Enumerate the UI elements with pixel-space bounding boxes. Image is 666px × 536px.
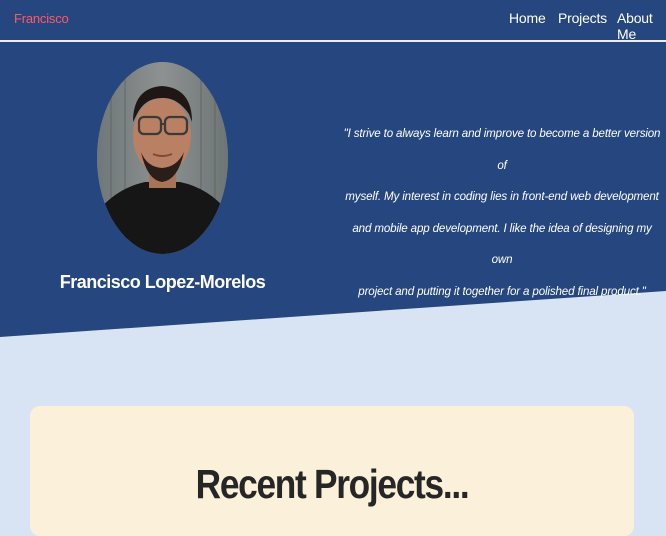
profile-photo: [97, 62, 228, 254]
brand-logo-link[interactable]: Francisco: [14, 11, 69, 26]
bio-quote-line: "I strive to always learn and improve to…: [343, 127, 661, 172]
navbar: Francisco Home Projects About Me: [0, 0, 666, 42]
bio-quote-line: and mobile app development. I like the i…: [352, 221, 652, 267]
bio-quote-line: project and putting it together for a po…: [358, 284, 646, 298]
profile-name: Francisco Lopez-Morelos: [59, 272, 266, 292]
recent-projects-heading: Recent Projects...: [195, 461, 470, 507]
bio-quote: "I strive to always learn and improve to…: [343, 118, 661, 307]
bio-quote-line: myself. My interest in coding lies in fr…: [345, 190, 659, 203]
nav-projects-link[interactable]: Projects: [558, 10, 607, 26]
recent-projects-card: Recent Projects...: [30, 406, 634, 536]
nav-home-link[interactable]: Home: [509, 10, 546, 26]
nav-about-link[interactable]: About Me: [617, 10, 666, 42]
